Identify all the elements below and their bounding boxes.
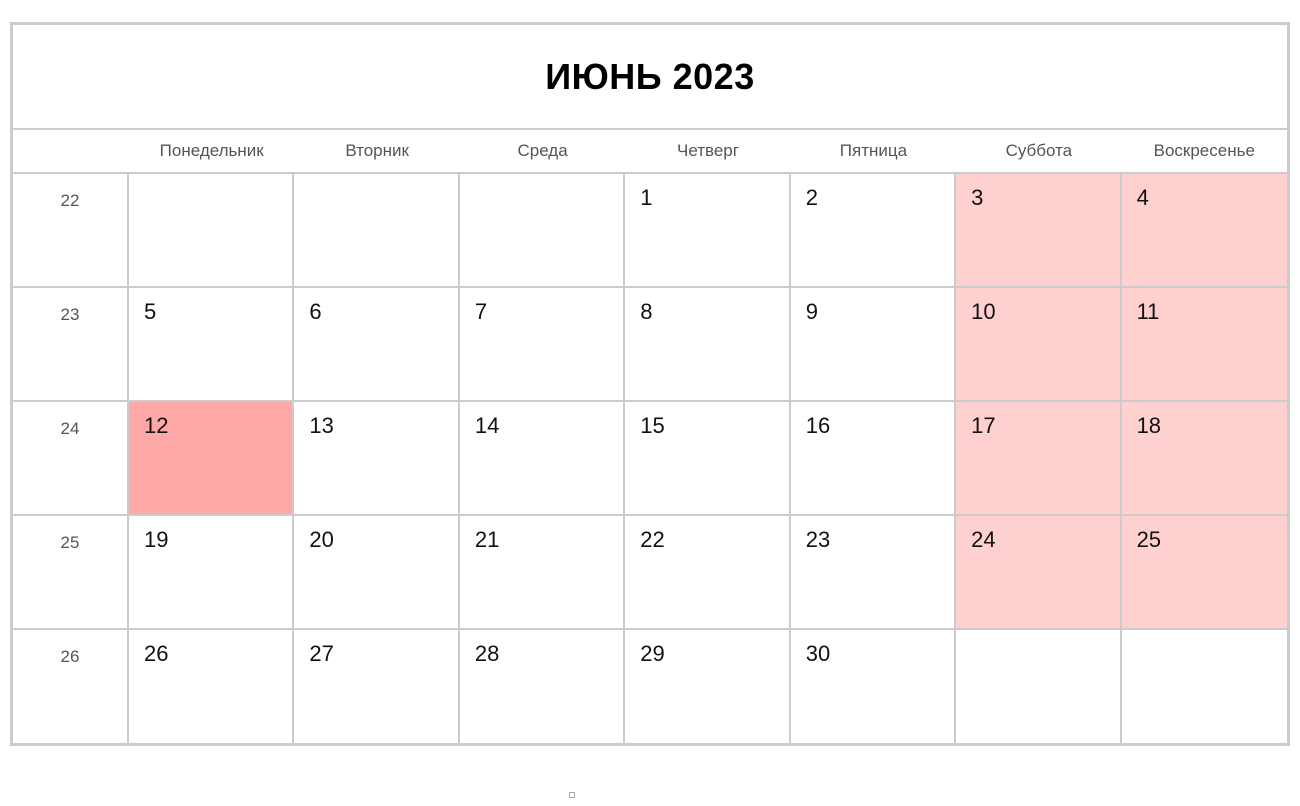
day-cell[interactable]: 20 — [294, 516, 460, 630]
day-cell[interactable] — [1122, 630, 1287, 744]
day-cell-weekend[interactable]: 24 — [956, 516, 1122, 630]
day-cell[interactable]: 23 — [790, 516, 957, 630]
day-cell[interactable]: 6 — [294, 288, 460, 402]
day-cell[interactable]: 1 — [625, 174, 791, 288]
weekday-header-sunday: Воскресенье — [1121, 130, 1287, 174]
day-cell[interactable] — [459, 174, 626, 288]
day-cell[interactable]: 9 — [790, 288, 957, 402]
day-cell[interactable]: 29 — [625, 630, 791, 744]
weekday-header-tuesday: Вторник — [294, 130, 460, 174]
month-title: ИЮНЬ 2023 — [13, 25, 1287, 130]
day-cell[interactable]: 16 — [790, 402, 957, 516]
day-cell[interactable]: 28 — [460, 630, 626, 744]
week-number: 23 — [13, 288, 129, 402]
day-cell-weekend[interactable]: 18 — [1121, 402, 1287, 516]
weekday-header-saturday: Суббота — [956, 130, 1122, 174]
day-cell-weekend[interactable]: 25 — [1121, 516, 1287, 630]
weekday-header-friday: Пятница — [790, 130, 957, 174]
day-cell[interactable]: 26 — [129, 630, 295, 744]
day-cell-weekend[interactable]: 10 — [956, 288, 1122, 402]
week-number: 25 — [13, 516, 129, 630]
day-cell[interactable]: 21 — [459, 516, 626, 630]
small-square-icon — [569, 792, 575, 798]
day-cell[interactable] — [956, 630, 1122, 744]
week-number: 24 — [13, 402, 129, 516]
day-cell[interactable]: 15 — [625, 402, 791, 516]
day-cell[interactable]: 13 — [294, 402, 460, 516]
day-cell[interactable]: 19 — [129, 516, 295, 630]
calendar-grid: Понедельник Вторник Среда Четверг Пятниц… — [13, 130, 1287, 744]
day-cell[interactable]: 14 — [459, 402, 626, 516]
day-cell[interactable]: 2 — [790, 174, 957, 288]
weekday-header-monday: Понедельник — [129, 130, 295, 174]
day-cell[interactable]: 30 — [791, 630, 957, 744]
day-cell[interactable]: 27 — [294, 630, 460, 744]
week-number: 26 — [13, 630, 129, 744]
week-number: 22 — [13, 174, 129, 288]
day-cell[interactable]: 22 — [625, 516, 791, 630]
day-cell-weekend[interactable]: 3 — [956, 174, 1122, 288]
day-cell[interactable]: 5 — [129, 288, 295, 402]
day-cell-holiday[interactable]: 12 — [129, 402, 295, 516]
day-cell-weekend[interactable]: 17 — [956, 402, 1122, 516]
day-cell-weekend[interactable]: 4 — [1121, 174, 1287, 288]
day-cell[interactable] — [294, 174, 460, 288]
week-number-header — [13, 130, 129, 174]
day-cell[interactable]: 7 — [459, 288, 626, 402]
day-cell-weekend[interactable]: 11 — [1121, 288, 1287, 402]
day-cell[interactable] — [129, 174, 295, 288]
weekday-header-thursday: Четверг — [625, 130, 791, 174]
day-cell[interactable]: 8 — [625, 288, 791, 402]
weekday-header-wednesday: Среда — [459, 130, 626, 174]
calendar: ИЮНЬ 2023 Понедельник Вторник Среда Четв… — [10, 22, 1290, 746]
